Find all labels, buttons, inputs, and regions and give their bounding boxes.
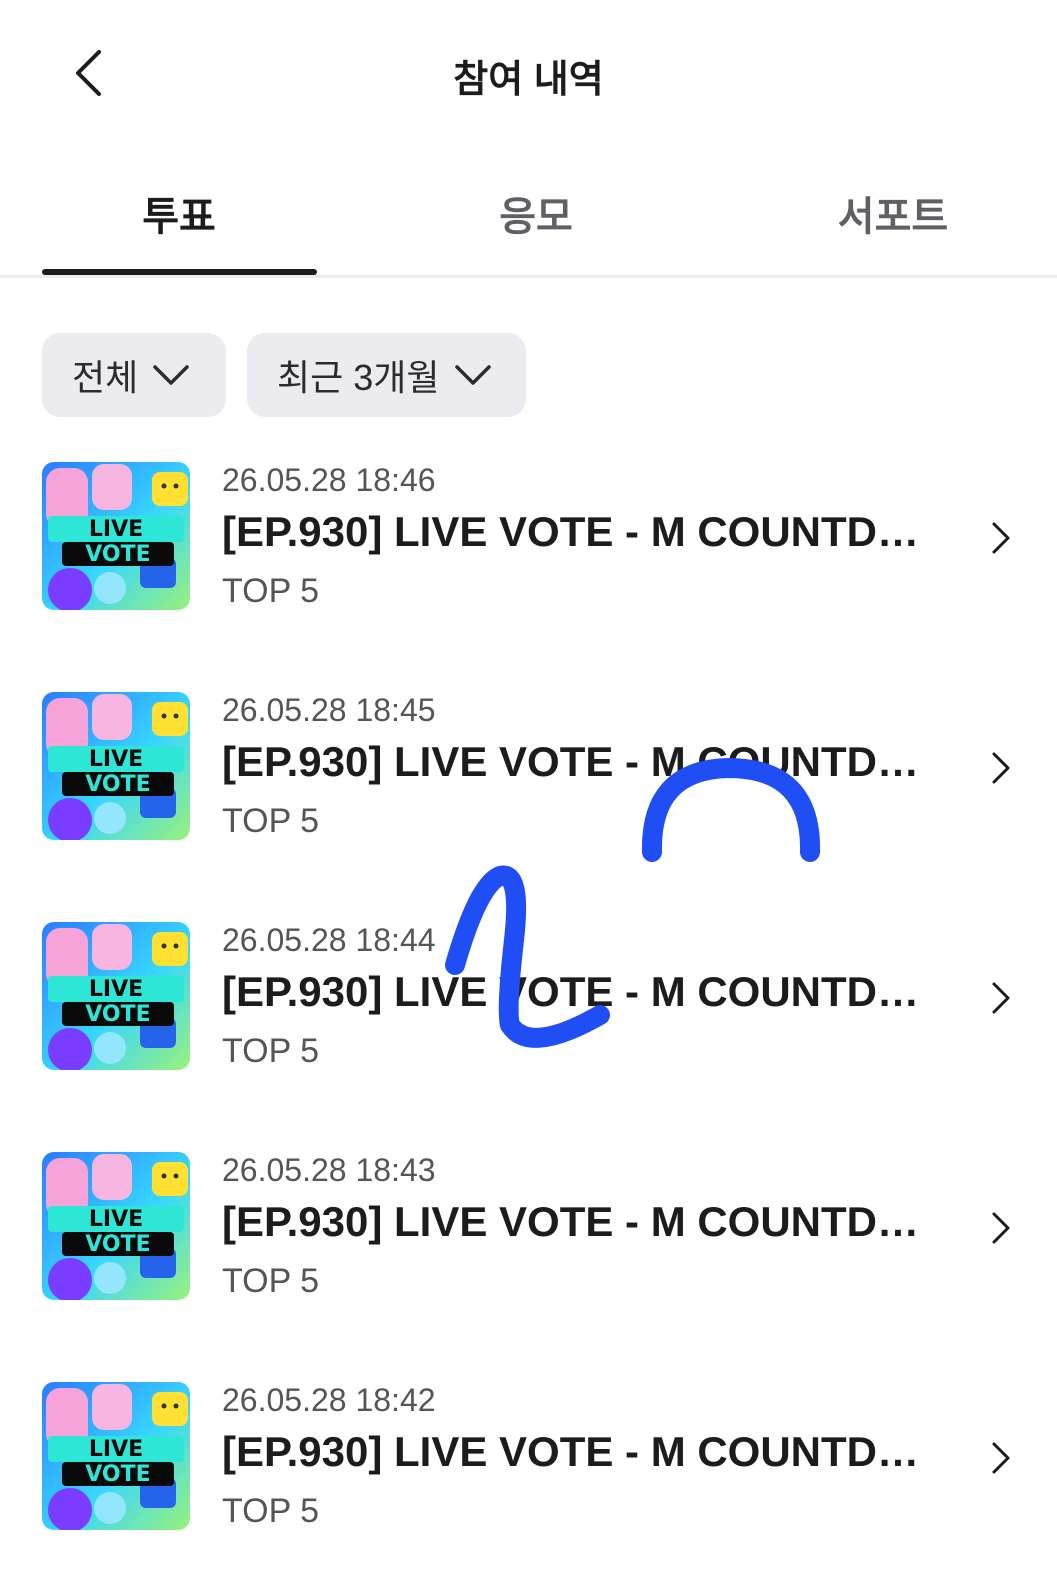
tab-support[interactable]: 서포트 — [743, 184, 1043, 242]
period-filter-label: 최근 3개월 — [277, 357, 440, 398]
header: 참여 내역 — [0, 0, 1057, 140]
item-title: [EP.930] LIVE VOTE - M COUNTDOWN — [222, 738, 942, 785]
chevron-right-icon — [986, 978, 1016, 1018]
item-title: [EP.930] LIVE VOTE - M COUNTDOWN — [222, 508, 942, 555]
live-vote-thumbnail: LIVE VOTE — [42, 1382, 190, 1530]
list-item[interactable]: LIVE VOTE 26.05.28 18:42 [EP.930] LIVE V… — [0, 1382, 1057, 1532]
thumb-live-text: LIVE — [89, 977, 143, 1002]
chevron-right-icon — [986, 748, 1016, 788]
period-filter-dropdown[interactable]: 최근 3개월 — [247, 333, 526, 417]
list-item[interactable]: LIVE VOTE 26.05.28 18:45 [EP.930] LIVE V… — [0, 692, 1057, 842]
item-date: 26.05.28 18:44 — [222, 922, 436, 958]
item-title: [EP.930] LIVE VOTE - M COUNTDOWN — [222, 1198, 942, 1245]
item-title: [EP.930] LIVE VOTE - M COUNTDOWN — [222, 1428, 942, 1475]
type-filter-label: 전체 — [72, 357, 139, 398]
list-item[interactable]: LIVE VOTE 26.05.28 18:44 [EP.930] LIVE V… — [0, 922, 1057, 1072]
thumb-vote-text: VOTE — [85, 772, 150, 797]
item-date: 26.05.28 18:42 — [222, 1382, 436, 1418]
chevron-right-icon — [986, 1208, 1016, 1248]
chevron-right-icon — [986, 518, 1016, 558]
chevron-right-icon — [986, 1438, 1016, 1478]
list-item[interactable]: LIVE VOTE 26.05.28 18:46 [EP.930] LIVE V… — [0, 462, 1057, 612]
list-item[interactable]: LIVE VOTE 26.05.28 18:43 [EP.930] LIVE V… — [0, 1152, 1057, 1302]
live-vote-thumbnail: LIVE VOTE — [42, 692, 190, 840]
chevron-down-icon — [152, 363, 190, 387]
item-subtitle: TOP 5 — [222, 1492, 320, 1530]
tab-bar: 투표 응모 서포트 — [0, 170, 1057, 278]
tab-vote[interactable]: 투표 — [29, 184, 329, 242]
tab-entry[interactable]: 응모 — [386, 184, 686, 242]
thumb-live-text: LIVE — [89, 1437, 143, 1462]
item-subtitle: TOP 5 — [222, 1032, 320, 1070]
type-filter-dropdown[interactable]: 전체 — [42, 333, 226, 417]
thumb-vote-text: VOTE — [85, 1232, 150, 1257]
thumb-live-text: LIVE — [89, 517, 143, 542]
item-subtitle: TOP 5 — [222, 572, 320, 610]
thumb-live-text: LIVE — [89, 747, 143, 772]
thumb-vote-text: VOTE — [85, 1462, 150, 1487]
thumb-vote-text: VOTE — [85, 542, 150, 567]
live-vote-thumbnail: LIVE VOTE — [42, 462, 190, 610]
live-vote-thumbnail: LIVE VOTE — [42, 922, 190, 1070]
thumb-live-text: LIVE — [89, 1207, 143, 1232]
thumb-vote-text: VOTE — [85, 1002, 150, 1027]
item-subtitle: TOP 5 — [222, 802, 320, 840]
active-tab-indicator — [42, 269, 317, 275]
chevron-down-icon — [454, 363, 492, 387]
live-vote-thumbnail: LIVE VOTE — [42, 1152, 190, 1300]
item-date: 26.05.28 18:46 — [222, 462, 436, 498]
item-date: 26.05.28 18:45 — [222, 692, 436, 728]
item-title: [EP.930] LIVE VOTE - M COUNTDOWN — [222, 968, 942, 1015]
item-date: 26.05.28 18:43 — [222, 1152, 436, 1188]
item-subtitle: TOP 5 — [222, 1262, 320, 1300]
page-title: 참여 내역 — [453, 59, 604, 101]
